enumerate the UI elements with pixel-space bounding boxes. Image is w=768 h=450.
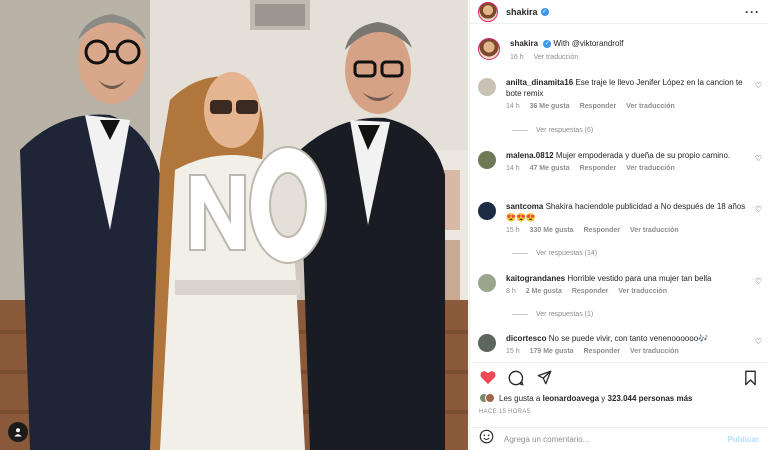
comment-input[interactable] xyxy=(504,434,728,444)
replies-divider xyxy=(512,314,528,315)
reply-button[interactable]: Responder xyxy=(584,348,621,355)
comment-item: santcoma Shakira haciendole publicidad a… xyxy=(470,201,768,236)
avatar[interactable] xyxy=(478,1,498,22)
comment-item: dicortesco No se puede vivir, con tanto … xyxy=(470,333,768,357)
likes-user[interactable]: leonardoavega xyxy=(543,394,599,403)
comment-avatar[interactable] xyxy=(478,78,496,96)
comment-avatar[interactable] xyxy=(478,151,496,169)
comment-likes[interactable]: 330 Me gusta xyxy=(530,227,574,234)
reply-button[interactable]: Responder xyxy=(580,165,617,172)
caption-translate[interactable]: Ver traducción xyxy=(534,54,579,61)
likes-count[interactable]: 323.044 personas más xyxy=(608,394,693,403)
comment-time: 8 h xyxy=(506,288,516,295)
comment-icon[interactable] xyxy=(507,369,525,387)
caption-username[interactable]: shakira xyxy=(510,39,538,48)
paper-plane-icon[interactable] xyxy=(535,369,553,387)
likes-prefix: Les gusta a xyxy=(499,393,543,403)
caption-avatar[interactable] xyxy=(478,38,500,60)
post-side-panel: shakira ✓ ··· shakira ✓ With @viktorandr… xyxy=(469,0,768,450)
reply-button[interactable]: Responder xyxy=(572,288,609,295)
likes-middle: y xyxy=(599,393,608,403)
comment-likes[interactable]: 36 Me gusta xyxy=(530,103,570,110)
comment-username[interactable]: kaitograndanes xyxy=(506,274,565,283)
comment-like-icon[interactable]: ♡ xyxy=(755,277,762,286)
post-photo[interactable] xyxy=(0,0,468,450)
reply-button[interactable]: Responder xyxy=(580,103,617,110)
bookmark-icon[interactable] xyxy=(741,369,759,387)
comment-likes[interactable]: 179 Me gusta xyxy=(530,348,574,355)
comment-likes[interactable]: 47 Me gusta xyxy=(530,165,570,172)
comment-text: Horrible vestido para una mujer tan bell… xyxy=(567,274,712,283)
caption-time: 16 h xyxy=(510,54,524,61)
comment-like-icon[interactable]: ♡ xyxy=(755,205,762,214)
post-timestamp: HACE 15 HORAS xyxy=(479,409,531,415)
post-header: shakira ✓ ··· xyxy=(470,0,768,24)
emoji-icon[interactable] xyxy=(479,429,494,449)
caption-text: With @viktorandrolf xyxy=(553,39,624,48)
add-comment-bar: Publicar xyxy=(470,427,768,450)
comment-avatar[interactable] xyxy=(478,274,496,292)
likes-summary[interactable]: Les gusta a leonardoavega y 323.044 pers… xyxy=(479,393,759,403)
comment-item: kaitograndanes Horrible vestido para una… xyxy=(470,273,768,297)
more-icon[interactable]: ··· xyxy=(745,5,760,19)
comment-item: malena.0812 Mujer empoderada y dueña de … xyxy=(470,150,768,174)
view-replies-button[interactable]: Ver respuestas (14) xyxy=(512,250,597,257)
view-replies-button[interactable]: Ver respuestas (6) xyxy=(512,127,593,134)
comment-username[interactable]: santcoma xyxy=(506,202,543,211)
publish-button[interactable]: Publicar xyxy=(727,435,759,444)
view-replies-label: Ver respuestas (6) xyxy=(536,127,594,134)
comment-like-icon[interactable]: ♡ xyxy=(755,81,762,90)
liker-avatar xyxy=(485,393,495,403)
person-icon xyxy=(14,428,22,437)
comment-time: 14 h xyxy=(506,103,520,110)
replies-divider xyxy=(512,130,528,131)
verified-badge-icon: ✓ xyxy=(543,39,552,48)
translate-button[interactable]: Ver traducción xyxy=(626,165,675,172)
comment-username[interactable]: malena.0812 xyxy=(506,151,554,160)
comment-text: Mujer empoderada y dueña de su propio ca… xyxy=(555,151,731,160)
comment-item: anilta_dinamita16 Ese traje le llevo Jen… xyxy=(470,77,768,112)
heart-filled-icon[interactable] xyxy=(479,369,497,387)
replies-divider xyxy=(512,253,528,254)
comment-time: 15 h xyxy=(506,227,520,234)
translate-button[interactable]: Ver traducción xyxy=(626,103,675,110)
comment-avatar[interactable] xyxy=(478,334,496,352)
comment-time: 14 h xyxy=(506,165,520,172)
post-actions xyxy=(470,362,768,392)
comment-like-icon[interactable]: ♡ xyxy=(755,154,762,163)
view-replies-label: Ver respuestas (1) xyxy=(536,311,594,318)
comment-username[interactable]: dicortesco xyxy=(506,334,546,343)
comment-likes[interactable]: 2 Me gusta xyxy=(526,288,562,295)
verified-badge-icon: ✓ xyxy=(540,7,549,16)
photo-illustration xyxy=(0,0,468,450)
comment-avatar[interactable] xyxy=(478,202,496,220)
translate-button[interactable]: Ver traducción xyxy=(630,348,679,355)
comment-username[interactable]: anilta_dinamita16 xyxy=(506,78,573,87)
comment-text: No se puede vivir, con tanto venenoooooo… xyxy=(548,334,709,343)
user-tag-icon[interactable] xyxy=(8,422,28,442)
translate-button[interactable]: Ver traducción xyxy=(618,288,667,295)
translate-button[interactable]: Ver traducción xyxy=(630,227,679,234)
reply-button[interactable]: Responder xyxy=(584,227,621,234)
view-replies-label: Ver respuestas (14) xyxy=(536,250,598,257)
post-caption: shakira ✓ With @viktorandrolf 16 h Ver t… xyxy=(470,25,768,64)
header-username[interactable]: shakira xyxy=(506,7,538,17)
view-replies-button[interactable]: Ver respuestas (1) xyxy=(512,311,593,318)
comment-like-icon[interactable]: ♡ xyxy=(755,337,762,346)
comments-list[interactable]: shakira ✓ With @viktorandrolf 16 h Ver t… xyxy=(470,25,768,360)
comment-time: 15 h xyxy=(506,348,520,355)
